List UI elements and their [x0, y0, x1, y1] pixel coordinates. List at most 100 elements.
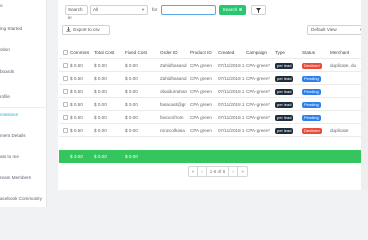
pagination-next[interactable]: › [229, 167, 238, 176]
row-checkbox[interactable] [63, 115, 68, 120]
cell-order-id: favoccifrom [160, 115, 184, 120]
cell-order-id: ronzcolhasa [160, 128, 185, 133]
col-header-status[interactable]: Status [302, 46, 324, 59]
type-badge: per lead [275, 114, 294, 121]
table-row[interactable]: $ 0.50 $ 0.00 $ 0.00 Zahidhasand CPA green 07… [59, 72, 368, 85]
col-header-created[interactable]: Created [218, 46, 246, 59]
col-header-merchant[interactable]: Merchant [330, 46, 360, 59]
sidebar-item-payment-details[interactable]: ment Details [0, 132, 26, 139]
cell-commission: $ 0.50 [70, 76, 83, 81]
sidebar-item-chats[interactable]: ats to me [0, 153, 19, 160]
cell-status: Declined [302, 59, 328, 72]
table-row[interactable]: $ 0.50 $ 0.00 $ 0.00 Zahidhasand CPA green 07… [59, 59, 368, 72]
status-badge: Pending [302, 101, 321, 108]
cell-total-cost: $ 0.00 [94, 63, 107, 68]
table-row[interactable]: $ 0.50 $ 0.00 $ 0.00 favoccifrom CPA green 07… [59, 111, 368, 124]
filter-icon [256, 8, 261, 13]
table-total-row: $ 3.00 $ 0.00 $ 0.00 [59, 150, 368, 163]
for-label: for [152, 7, 158, 12]
sidebar-item-leaderboards[interactable]: boards [0, 68, 14, 75]
row-checkbox[interactable] [63, 63, 68, 68]
cell-fixed-cost: $ 0.00 [125, 63, 138, 68]
cell-type: per lead [275, 59, 299, 72]
pagination-prev[interactable]: ‹ [198, 167, 207, 176]
cell-campaign: CPA-green* [246, 76, 271, 81]
filter-button[interactable] [251, 5, 266, 15]
cell-status: Declined [302, 124, 328, 137]
cell-campaign: CPA-green* [246, 128, 271, 133]
cell-campaign: CPA-green* [246, 115, 271, 120]
sidebar-item-team-members[interactable]: ream Members [0, 174, 31, 181]
total-fixed-cost: $ 0.00 [125, 154, 138, 159]
cell-order-id: fasacast@gr [160, 102, 186, 107]
cell-commission: $ 0.50 [70, 115, 83, 120]
cell-fixed-cost: $ 0.00 [125, 89, 138, 94]
col-header-fixed-cost[interactable]: Fixed Cost [125, 46, 157, 59]
cell-created: 07/11/2018 1 [218, 128, 245, 133]
table-row[interactable]: $ 0.50 $ 0.00 $ 0.00 fasacast@gr CPA green 07… [59, 98, 368, 111]
sidebar-item-getting-started[interactable]: ing Started [0, 25, 22, 32]
scrollbar[interactable] [361, 0, 368, 190]
cell-type: per lead [275, 124, 299, 137]
sidebar-item-promotion[interactable]: otion [0, 46, 10, 53]
pagination-last[interactable]: » [238, 167, 247, 176]
cell-created: 07/11/2018 1 [218, 76, 245, 81]
col-header-type[interactable]: Type [275, 46, 295, 59]
cell-campaign: CPA-green* [246, 102, 271, 107]
cell-total-cost: $ 0.00 [94, 128, 107, 133]
cell-product-id: CPA green [190, 76, 212, 81]
total-total-cost: $ 0.00 [94, 154, 107, 159]
row-checkbox[interactable] [63, 89, 68, 94]
search-in-select[interactable]: All ▼ [90, 5, 148, 15]
col-header-order-id[interactable]: Order ID [160, 46, 188, 59]
chevron-down-icon: ▼ [141, 7, 145, 12]
pagination-first[interactable]: « [189, 167, 198, 176]
cell-created: 07/11/2018 1 [218, 89, 245, 94]
col-header-total-cost[interactable]: Total Cost [94, 46, 124, 59]
cell-type: per lead [275, 98, 299, 111]
cell-commission: $ 0.50 [70, 128, 83, 133]
type-badge: per lead [275, 75, 294, 82]
col-header-campaign[interactable]: Campaign [246, 46, 276, 59]
cell-campaign: CPA-green* [246, 63, 271, 68]
type-badge: per lead [275, 88, 294, 95]
cell-merchant [330, 72, 360, 85]
row-checkbox[interactable] [63, 128, 68, 133]
cell-order-id: Zahidhasand [160, 63, 187, 68]
cell-fixed-cost: $ 0.00 [125, 115, 138, 120]
cell-total-cost: $ 0.00 [94, 115, 107, 120]
cell-total-cost: $ 0.00 [94, 89, 107, 94]
row-checkbox[interactable] [63, 102, 68, 107]
sidebar-item-facebook-community[interactable]: acebook Community [0, 195, 42, 202]
search-button[interactable]: Search ⊕ [219, 5, 246, 15]
sidebar-item-home[interactable]: o [0, 2, 3, 9]
type-badge: per lead [275, 62, 294, 69]
cell-commission: $ 0.50 [70, 63, 83, 68]
cell-fixed-cost: $ 0.00 [125, 102, 138, 107]
view-select-value: Default View [311, 27, 337, 32]
table-row[interactable]: $ 0.50 $ 0.00 $ 0.00 obaidurrahan CPA green 0… [59, 85, 368, 98]
table-row[interactable]: $ 0.50 $ 0.00 $ 0.00 ronzcolhasa CPA green 07… [59, 124, 368, 137]
type-badge: per lead [275, 101, 294, 108]
sidebar-item-profile[interactable]: rofile [0, 93, 10, 100]
table-header-row: Commiss Total Cost Fixed Cost Order ID P… [59, 46, 368, 59]
view-select[interactable]: Default View ▼ [307, 25, 366, 35]
cell-product-id: CPA green [190, 102, 212, 107]
status-badge: Pending [302, 114, 321, 121]
cell-total-cost: $ 0.00 [94, 102, 107, 107]
cell-status: Pending [302, 111, 328, 124]
status-badge: Pending [302, 75, 321, 82]
cell-merchant [330, 85, 360, 98]
status-badge: Pending [302, 88, 321, 95]
cell-merchant: duplicate, du [330, 63, 357, 68]
sidebar: o ing Started otion boards rofile missio… [0, 0, 47, 207]
col-header-commission[interactable]: Commiss [70, 46, 92, 59]
search-input[interactable] [161, 5, 216, 15]
col-header-product-id[interactable]: Product ID [190, 46, 220, 59]
export-csv-button[interactable]: Export to csv [62, 25, 110, 35]
cell-created: 07/11/2018 1 [218, 115, 245, 120]
sidebar-item-commissions[interactable]: missions [0, 111, 18, 118]
select-all-checkbox[interactable] [63, 50, 68, 55]
row-checkbox[interactable] [63, 76, 68, 81]
total-commission: $ 3.00 [70, 154, 83, 159]
